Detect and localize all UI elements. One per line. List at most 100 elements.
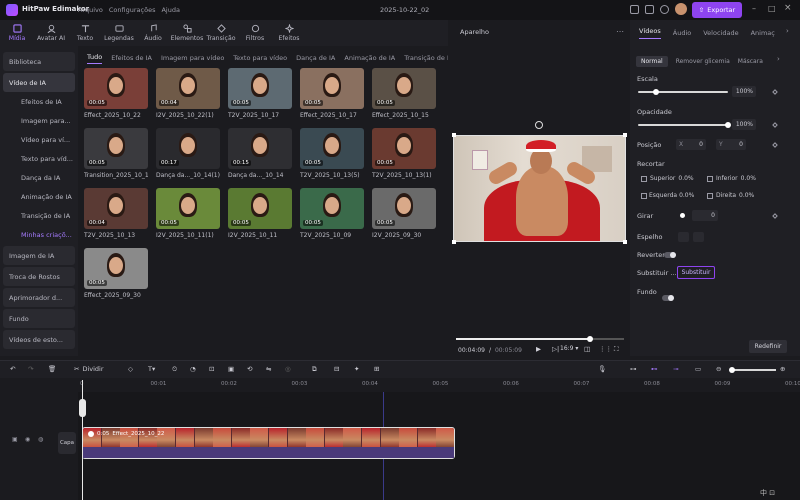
fullscreen-icon[interactable]: ⛶ [614, 345, 619, 354]
tab-animacao[interactable]: Animaç [751, 29, 775, 37]
text-tool-icon[interactable]: T▾ [148, 365, 155, 373]
chevron-right-icon[interactable]: › [777, 55, 780, 63]
timeline-ruler[interactable]: 000:0100:0200:0300:0400:0500:0600:0700:0… [80, 378, 800, 392]
play-icon[interactable]: ▶ [536, 345, 541, 353]
tool-avatar-ai[interactable]: Avatar AI [34, 20, 68, 46]
detach-icon[interactable]: ⊟ [334, 365, 339, 373]
freeze-icon[interactable]: ▣ [228, 365, 234, 373]
background-toggle[interactable] [662, 295, 674, 301]
more-options-icon[interactable]: ⋯ [616, 27, 624, 36]
tab-animacao-de-ia[interactable]: Animação de IA [344, 54, 395, 62]
marker-icon[interactable]: ◇ [128, 365, 133, 373]
reverse-icon[interactable]: ⟲ [247, 365, 252, 373]
tab-efeitos-de-ia[interactable]: Efeitos de IA [111, 54, 152, 62]
sidebar-item-fundo[interactable]: Fundo [3, 309, 75, 328]
sidebar-item-aprimorador[interactable]: Aprimorador d... [3, 288, 75, 307]
position-x-input[interactable]: X 0 [676, 139, 706, 150]
reset-button[interactable]: Redefinir [749, 340, 787, 353]
next-frame-icon[interactable]: ▷| [552, 345, 559, 353]
avatar[interactable] [675, 3, 687, 15]
chevron-right-icon[interactable]: › [786, 27, 789, 35]
tab-audio[interactable]: Áudio [673, 29, 691, 37]
redo-icon[interactable]: ↷ [28, 365, 33, 373]
sidebar-item-efeitos-de-ia[interactable]: Efeitos de IA [3, 92, 75, 111]
media-card[interactable]: 00:04 I2V_2025_10_22(1) [156, 68, 220, 119]
scale-slider[interactable] [638, 91, 728, 93]
split-button[interactable]: ✂ Dividir [74, 365, 104, 373]
sidebar-item-video-para-video[interactable]: Vídeo para ví... [3, 130, 75, 149]
fit-icon[interactable]: ▭ [695, 365, 701, 373]
link-icon[interactable]: ⊶ [630, 365, 637, 373]
sidebar-item-minhas-criacoes[interactable]: Minhas criaçõ... [3, 225, 75, 244]
window-icon[interactable] [645, 5, 654, 14]
sidebar-item-transicao-de-ia[interactable]: Transição de IA [3, 206, 75, 225]
scale-slider-knob[interactable] [653, 89, 659, 95]
speed-icon[interactable]: ⏲ [172, 365, 177, 374]
notification-icon[interactable] [630, 5, 639, 14]
close-icon[interactable]: × [784, 3, 792, 13]
menu-arquivo[interactable]: Arquivo [78, 6, 103, 14]
tool-transition[interactable]: Transição [204, 20, 238, 46]
media-card[interactable]: 00:05 T2V_2025_10_17 [228, 68, 292, 119]
tool-subtitles[interactable]: Legendas [102, 20, 136, 46]
minimize-icon[interactable]: – [752, 4, 756, 13]
snap-icon[interactable]: ⊷ [651, 365, 658, 373]
menu-ajuda[interactable]: Ajuda [161, 6, 179, 14]
tool-audio[interactable]: Áudio [136, 20, 170, 46]
track-visibility-icon[interactable]: ◉ [25, 436, 30, 443]
camera-icon[interactable]: ◫ [584, 345, 590, 353]
maximize-icon[interactable]: □ [768, 4, 776, 13]
flip-vertical-icon[interactable] [693, 232, 704, 242]
crop-bottom-field[interactable]: Inferior 0.0% [707, 173, 769, 184]
media-card[interactable]: 00:04 T2V_2025_10_13 [84, 188, 148, 239]
reverse-toggle[interactable] [664, 252, 676, 258]
replace-button[interactable]: Substituir [677, 266, 715, 279]
ai-tool-icon[interactable]: ⧉ [312, 365, 317, 374]
track-audio-icon[interactable]: ◍ [38, 436, 43, 443]
scale-input[interactable]: 100% [732, 86, 756, 97]
opacity-slider-knob[interactable] [725, 122, 731, 128]
mask-icon[interactable]: ◎ [285, 365, 291, 373]
zoom-slider[interactable] [730, 369, 776, 371]
settings-icon[interactable] [660, 5, 669, 14]
opacity-slider[interactable] [638, 124, 728, 126]
sidebar-item-biblioteca[interactable]: Biblioteca [3, 52, 75, 71]
sidebar-item-texto-para-video[interactable]: Texto para víd... [3, 149, 75, 168]
tool-elements[interactable]: Elementos [170, 20, 204, 46]
media-card[interactable]: 00:05 Effect_2025_10_22 [84, 68, 148, 119]
tool-media[interactable]: Mídia [0, 20, 34, 46]
tab-velocidade[interactable]: Velocidade [703, 29, 738, 37]
crop-top-field[interactable]: Superior 0.0% [641, 173, 701, 184]
flip-icon[interactable]: ⇋ [266, 365, 271, 373]
zoom-slider-knob[interactable] [729, 367, 735, 373]
subtab-normal[interactable]: Normal [636, 55, 668, 67]
media-card[interactable]: 00:05 I2V_2025_10_11(1) [156, 188, 220, 239]
media-card[interactable]: 00:05 T2V_2025_10_13(1) [372, 128, 436, 179]
media-card[interactable]: 00:17 Dança da..._10_14(1) [156, 128, 220, 179]
sidebar-item-animacao-de-ia[interactable]: Animação de IA [3, 187, 75, 206]
zoom-in-icon[interactable]: ⊕ [780, 365, 785, 373]
resize-handle[interactable] [452, 133, 456, 137]
media-card[interactable]: 00:05 Effect_2025_10_15 [372, 68, 436, 119]
media-card[interactable]: 00:05 Transition_2025_10_14 [84, 128, 148, 179]
tab-transicao-de-ia[interactable]: Transição de IA [404, 54, 448, 62]
sidebar-item-imagem-para[interactable]: Imagem para... [3, 111, 75, 130]
crop-icon[interactable]: ⊡ [209, 365, 214, 373]
tab-tudo[interactable]: Tudo [87, 53, 103, 64]
media-card[interactable]: 00:05 Effect_2025_10_17 [300, 68, 364, 119]
track-lock-icon[interactable]: ▣ [12, 436, 18, 443]
flip-horizontal-icon[interactable] [678, 232, 689, 242]
zoom-out-icon[interactable]: ⊖ [716, 365, 721, 373]
resize-handle[interactable] [623, 240, 627, 244]
export-button[interactable]: ⇧ Exportar [692, 2, 742, 18]
media-card[interactable]: 00:05 Effect_2025_09_30 [84, 248, 148, 299]
aspect-ratio-select[interactable]: 16:9 ▾ [560, 345, 578, 352]
tab-imagem-para-video[interactable]: Imagem para vídeo [161, 54, 224, 62]
tool-effects[interactable]: Efeitos [272, 20, 306, 46]
timer-icon[interactable]: ◔ [190, 365, 196, 373]
sidebar-item-videos-de-estoque[interactable]: Vídeos de esto... [3, 330, 75, 349]
crop-left-field[interactable]: Esquerda 0.0% [641, 190, 705, 201]
playhead[interactable] [82, 380, 83, 500]
position-y-input[interactable]: Y 0 [716, 139, 746, 150]
media-card[interactable]: 00:05 T2V_2025_10_09 [300, 188, 364, 239]
